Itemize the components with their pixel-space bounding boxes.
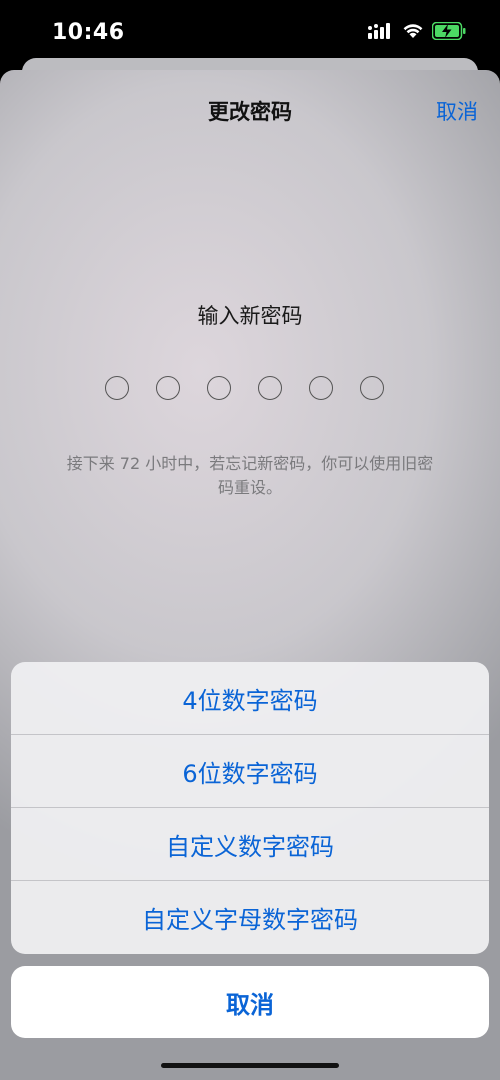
passcode-dot-empty xyxy=(105,376,129,400)
wifi-icon xyxy=(402,23,424,43)
signal-icon xyxy=(368,23,394,43)
home-indicator[interactable] xyxy=(161,1063,339,1068)
battery-charging-icon xyxy=(431,21,466,44)
passcode-dot-empty xyxy=(156,376,180,400)
passcode-dot-empty xyxy=(207,376,231,400)
nav-cancel-button[interactable]: 取消 xyxy=(436,96,478,126)
passcode-dot-empty xyxy=(258,376,282,400)
page-title: 更改密码 xyxy=(208,100,292,124)
status-icons xyxy=(368,21,466,44)
action-sheet-cancel-button[interactable]: 取消 xyxy=(11,966,489,1038)
passcode-dot-empty xyxy=(309,376,333,400)
passcode-prompt: 输入新密码 xyxy=(197,304,303,328)
passcode-dots xyxy=(105,376,384,400)
option-4-digit[interactable]: 4位数字密码 xyxy=(11,662,489,735)
passcode-hint: 接下来 72 小时中，若忘记新密码，你可以使用旧密码重设。 xyxy=(66,454,434,497)
option-6-digit[interactable]: 6位数字密码 xyxy=(11,735,489,808)
option-custom-numeric[interactable]: 自定义数字密码 xyxy=(11,808,489,881)
passcode-dot-empty xyxy=(360,376,384,400)
option-custom-alphanumeric[interactable]: 自定义字母数字密码 xyxy=(11,881,489,954)
status-time: 10:46 xyxy=(52,20,125,45)
passcode-options-menu: 4位数字密码 6位数字密码 自定义数字密码 自定义字母数字密码 xyxy=(11,662,489,954)
status-bar: 10:46 xyxy=(0,0,500,64)
